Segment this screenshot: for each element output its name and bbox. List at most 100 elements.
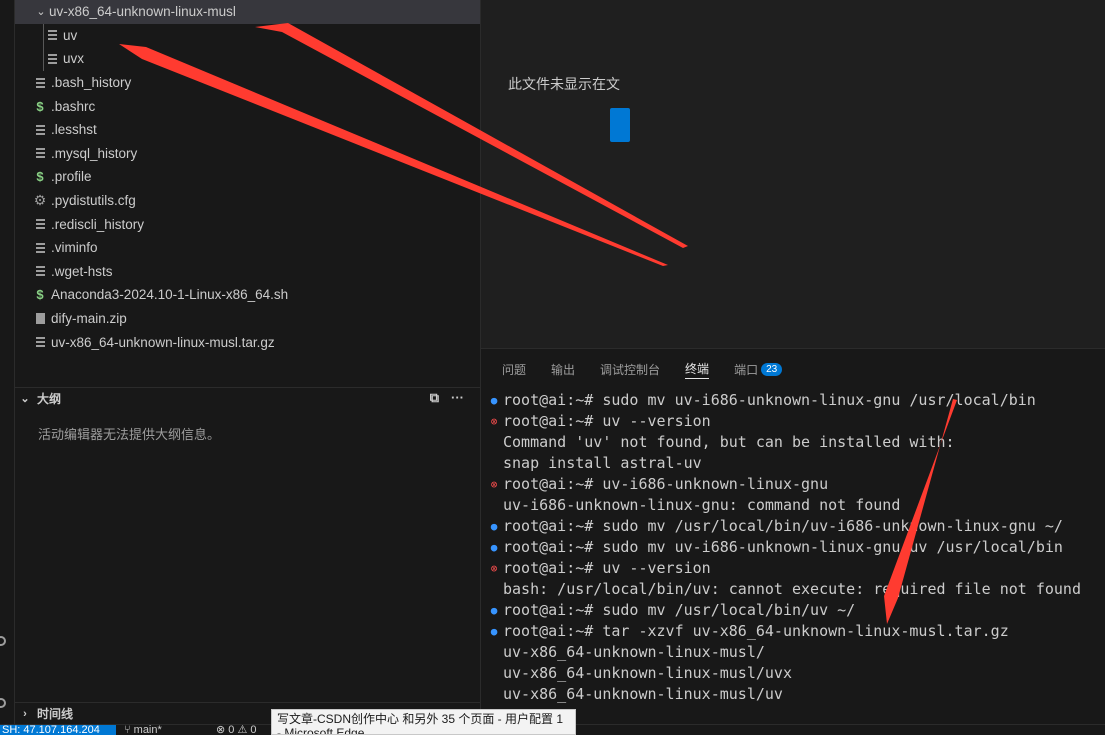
terminal-line-text: root@ai:~# sudo mv /usr/local/bin/uv ~/	[503, 601, 856, 619]
item-label: .viminfo	[51, 240, 98, 256]
panel-tab-label: 调试控制台	[600, 362, 661, 377]
file-item[interactable]: .wget-hsts	[15, 260, 480, 284]
file-item[interactable]: $ Anaconda3-2024.10-1-Linux-x86_64.sh	[15, 283, 480, 307]
file-lines-icon	[33, 148, 47, 159]
terminal-line: ● root@ai:~# sudo mv uv-i686-unknown-linu…	[488, 390, 1103, 411]
terminal-line-text: bash: /usr/local/bin/uv: cannot execute:…	[503, 580, 1081, 598]
taskbar-tooltip: 写文章-CSDN创作中心 和另外 35 个页面 - 用户配置 1 - Micro…	[271, 709, 576, 735]
command-success-icon[interactable]: ●	[488, 390, 500, 411]
file-item[interactable]: .rediscli_history	[15, 212, 480, 236]
panel-tab-label: 终端	[685, 362, 710, 376]
command-success-icon[interactable]: ●	[488, 516, 500, 537]
outline-actions: ⧉ ···	[430, 390, 464, 406]
outline-empty-message: 活动编辑器无法提供大纲信息。	[38, 427, 221, 442]
zip-icon	[33, 313, 47, 325]
more-actions-icon[interactable]: ···	[451, 390, 464, 406]
file-item[interactable]: uvx	[15, 47, 480, 71]
folder-item[interactable]: ⌄ uv-x86_64-unknown-linux-musl	[15, 0, 480, 24]
terminal-line-text: uv-x86_64-unknown-linux-musl/uvx	[503, 664, 792, 682]
command-success-icon[interactable]: ●	[488, 600, 500, 621]
accounts-icon[interactable]	[0, 636, 6, 646]
branch-icon: ⑂	[124, 724, 134, 735]
remote-indicator[interactable]: SH: 47.107.164.204	[0, 725, 116, 735]
terminal-line: snap install astral-uv	[488, 453, 1103, 474]
terminal-line-text: root@ai:~# uv-i686-unknown-linux-gnu	[503, 475, 829, 493]
file-item[interactable]: $ .profile	[15, 165, 480, 189]
item-label: .profile	[51, 169, 92, 185]
panel-tab-label: 问题	[502, 362, 527, 377]
terminal-line: ● root@ai:~# tar -xzvf uv-x86_64-unknown-…	[488, 621, 1103, 642]
file-tree: test ⌄uv-x86_64-unknown-linux-musluvuvx.…	[15, 0, 480, 354]
panel-tab[interactable]: 端口 23	[734, 359, 783, 379]
file-item[interactable]: .bash_history	[15, 71, 480, 95]
panel-tab[interactable]: 终端	[685, 359, 710, 379]
item-label: .mysql_history	[51, 145, 138, 161]
terminal-prompt-line[interactable]: ~#	[488, 705, 1103, 735]
outline-section-header[interactable]: ⌄ 大纲 ⧉ ···	[15, 387, 480, 409]
editor-area	[480, 0, 1105, 348]
open-anyway-button[interactable]	[610, 108, 630, 142]
file-lines-icon	[33, 124, 47, 135]
binary-file-notice: 此文件未显示在文	[508, 76, 620, 92]
terminal-line: uv-x86_64-unknown-linux-musl/uvx	[488, 663, 1103, 684]
item-label: .bash_history	[51, 75, 132, 91]
file-item[interactable]: .mysql_history	[15, 142, 480, 166]
terminal-line-text: Command 'uv' not found, but can be insta…	[503, 433, 955, 451]
terminal-line: bash: /usr/local/bin/uv: cannot execute:…	[488, 579, 1103, 600]
activity-bar	[0, 0, 15, 735]
panel-tab[interactable]: 调试控制台	[600, 359, 660, 379]
terminal-line: ● root@ai:~# sudo mv /usr/local/bin/uv ~/	[488, 600, 1103, 621]
item-label: .pydistutils.cfg	[51, 193, 136, 209]
file-lines-icon	[45, 53, 59, 64]
terminal-line-text: root@ai:~# sudo mv uv-i686-unknown-linux…	[503, 538, 1063, 556]
item-label: uv-x86_64-unknown-linux-musl	[49, 4, 236, 20]
terminal-line-text: uv-i686-unknown-linux-gnu: command not f…	[503, 496, 901, 514]
panel-tab[interactable]: 输出	[551, 359, 575, 379]
command-error-icon[interactable]: ⊗	[488, 558, 500, 579]
file-lines-icon	[33, 219, 47, 230]
timeline-title: 时间线	[37, 707, 74, 721]
shell-script-icon: $	[36, 98, 44, 114]
terminal-line-text: root@ai:~# sudo mv uv-i686-unknown-linux…	[503, 391, 1036, 409]
file-item[interactable]: .lesshst	[15, 118, 480, 142]
file-item[interactable]: ⚙ .pydistutils.cfg	[15, 189, 480, 213]
file-item[interactable]: .viminfo	[15, 236, 480, 260]
indent-guide	[43, 23, 44, 48]
terminal-line: ● root@ai:~# sudo mv /usr/local/bin/uv-i6…	[488, 516, 1103, 537]
panel-tabs: 问题 输出 调试控制台 终端 端口 23	[502, 359, 783, 379]
outline-title: 大纲	[37, 392, 62, 406]
item-label: .lesshst	[51, 122, 97, 138]
file-lines-icon	[33, 266, 47, 277]
file-lines-icon	[33, 77, 47, 88]
item-label: uvx	[63, 51, 85, 67]
command-success-icon[interactable]: ●	[488, 537, 500, 558]
command-error-icon[interactable]: ⊗	[488, 411, 500, 432]
terminal-line: ⊗ root@ai:~# uv --version	[488, 411, 1103, 432]
terminal-line: uv-x86_64-unknown-linux-musl/	[488, 642, 1103, 663]
terminal-line: uv-i686-unknown-linux-gnu: command not f…	[488, 495, 1103, 516]
ports-count-badge: 23	[761, 362, 783, 376]
file-item[interactable]: $ .bashrc	[15, 94, 480, 118]
panel-tab[interactable]: 问题	[502, 359, 526, 379]
terminal[interactable]: ● root@ai:~# sudo mv uv-i686-unknown-linu…	[488, 390, 1103, 735]
problems-indicator[interactable]: ⊗ 0 ⚠ 0	[216, 725, 256, 735]
file-item[interactable]: uv-x86_64-unknown-linux-musl.tar.gz	[15, 330, 480, 354]
collapse-all-icon[interactable]: ⧉	[430, 390, 439, 406]
terminal-line: Command 'uv' not found, but can be insta…	[488, 432, 1103, 453]
file-lines-icon	[33, 242, 47, 253]
chevron-right-icon: ›	[23, 707, 27, 720]
explorer-sidebar: test ⌄uv-x86_64-unknown-linux-musluvuvx.…	[15, 0, 480, 735]
item-label: uv-x86_64-unknown-linux-musl.tar.gz	[51, 334, 275, 350]
command-error-icon[interactable]: ⊗	[488, 474, 500, 495]
branch-indicator[interactable]: ⑂ main*	[124, 725, 162, 735]
file-lines-icon	[33, 337, 47, 348]
shell-script-icon: $	[36, 287, 44, 303]
item-label: .bashrc	[51, 98, 96, 114]
file-item[interactable]: uv	[15, 23, 480, 48]
item-label: Anaconda3-2024.10-1-Linux-x86_64.sh	[51, 287, 289, 303]
file-item[interactable]: dify-main.zip	[15, 307, 480, 331]
panel-tab-label: 输出	[551, 362, 576, 377]
item-label: dify-main.zip	[51, 311, 127, 327]
command-success-icon[interactable]: ●	[488, 621, 500, 642]
manage-icon[interactable]	[0, 698, 6, 708]
